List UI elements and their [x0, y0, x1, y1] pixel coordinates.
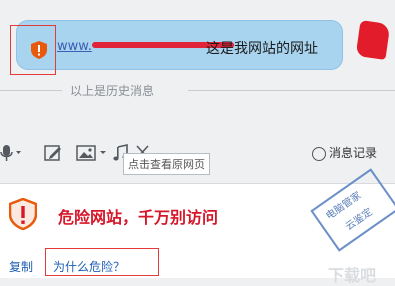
message-url-text: www. [57, 39, 92, 54]
avatar-redacted[interactable] [355, 20, 391, 60]
danger-warning-title: 危险网站，千万别访问 [58, 208, 219, 227]
clock-icon [312, 146, 326, 161]
divider-line-left [0, 90, 62, 91]
microphone-icon[interactable] [0, 144, 22, 162]
history-label: 以上是历史消息 [70, 84, 155, 98]
why-link-highlight-box [45, 248, 159, 276]
site-watermark: 下载吧 [328, 266, 377, 285]
divider-line-right [188, 90, 395, 91]
shield-highlight-box [10, 25, 56, 75]
tooltip-view-original: 点击查看原网页 [123, 153, 210, 175]
message-history-button[interactable]: 消息记录 [312, 144, 377, 161]
danger-warning-shield-icon [9, 198, 37, 230]
copy-link[interactable]: 复制 [9, 258, 33, 275]
message-history-label: 消息记录 [329, 146, 378, 160]
message-text: 这是我网站的网址 [206, 41, 318, 57]
history-divider: 以上是历史消息 [0, 80, 395, 100]
image-icon[interactable] [76, 144, 110, 162]
screenshot-edit-icon[interactable] [44, 144, 66, 162]
